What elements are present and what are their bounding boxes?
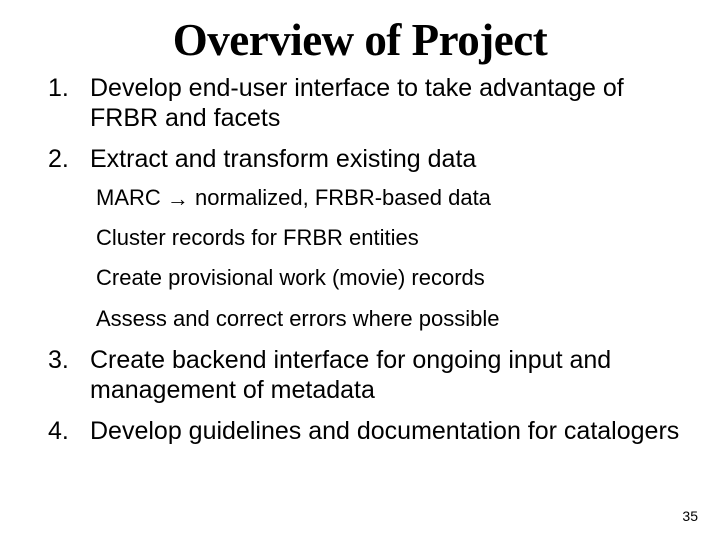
sub-list-item: Assess and correct errors where possible	[96, 306, 690, 332]
list-item-text: Develop end-user interface to take advan…	[90, 74, 624, 132]
list-item: Create backend interface for ongoing inp…	[38, 346, 690, 405]
slide-title: Overview of Project	[0, 0, 720, 74]
numbered-list: Develop end-user interface to take advan…	[38, 74, 690, 447]
list-item-text: Extract and transform existing data	[90, 145, 476, 173]
sub-text-post: normalized, FRBR-based data	[189, 185, 491, 210]
sub-list-item: Cluster records for FRBR entities	[96, 225, 690, 251]
list-item: Develop end-user interface to take advan…	[38, 74, 690, 133]
slide: Overview of Project Develop end-user int…	[0, 0, 720, 540]
list-item: Extract and transform existing data MARC…	[38, 145, 690, 332]
sub-list-item: Create provisional work (movie) records	[96, 265, 690, 291]
list-item-text: Develop guidelines and documentation for…	[90, 417, 679, 445]
list-item-text: Create backend interface for ongoing inp…	[90, 346, 611, 404]
slide-body: Develop end-user interface to take advan…	[0, 74, 720, 447]
page-number: 35	[682, 508, 698, 524]
sub-list: MARC → normalized, FRBR-based data Clust…	[90, 185, 690, 333]
arrow-icon: →	[167, 186, 189, 212]
sub-list-item: MARC → normalized, FRBR-based data	[96, 185, 690, 211]
sub-text-pre: MARC	[96, 185, 167, 210]
list-item: Develop guidelines and documentation for…	[38, 417, 690, 447]
